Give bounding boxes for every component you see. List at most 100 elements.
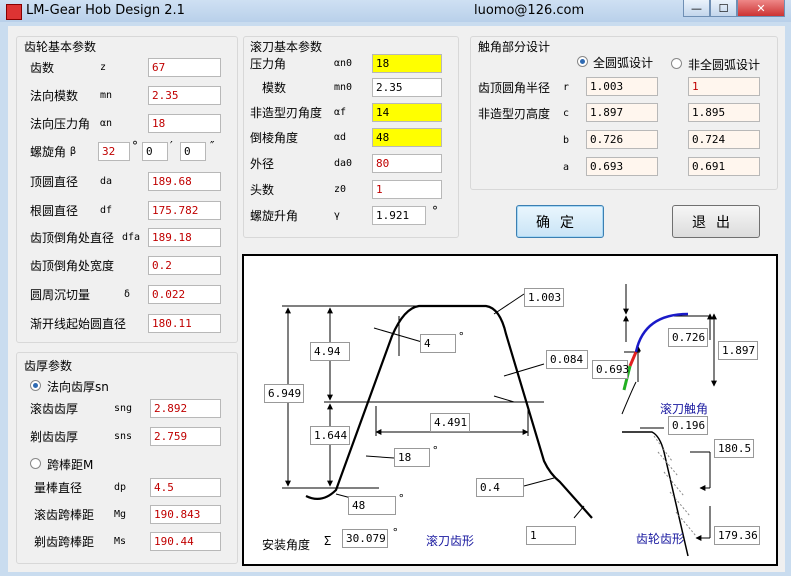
gear-param-symbol: da <box>100 176 113 187</box>
full-arc-label: 全圆弧设计 <box>593 56 654 70</box>
helix-min-input[interactable]: 0 <box>142 142 168 161</box>
pin-label: 量棒直径 <box>34 481 83 495</box>
pin-distance-label: 跨棒距M <box>47 458 94 472</box>
hob-param-label: 倒棱角度 <box>250 131 299 145</box>
hob-param-input[interactable]: 1 <box>372 180 442 199</box>
tip-b-value: 0.726 <box>668 328 708 347</box>
install-deg-mark: ° <box>392 526 399 539</box>
full-arc-radio[interactable] <box>577 56 588 67</box>
gear-param-label: 齿数 <box>30 61 55 75</box>
tip-non-full-arc-input[interactable]: 0.724 <box>688 130 760 149</box>
gear-param-symbol: z <box>100 62 107 73</box>
helix-deg-input[interactable]: 32 <box>98 142 130 161</box>
tip-param-symbol: b <box>563 135 570 146</box>
gear-param-input[interactable]: 189.68 <box>148 172 221 191</box>
tip-full-arc-input[interactable]: 0.693 <box>586 157 658 176</box>
lead-deg-unit: ° <box>432 204 438 218</box>
gear-param-label: 圆周沉切量 <box>30 288 91 302</box>
pin-input[interactable]: 4.5 <box>150 478 221 497</box>
tip-arc-red <box>628 351 638 367</box>
author-email: luomo@126.com <box>474 3 585 18</box>
tip-non-full-arc-input[interactable]: 0.691 <box>688 157 760 176</box>
exit-button[interactable]: 退出 <box>672 205 760 238</box>
close-button[interactable]: ✕ <box>737 0 785 17</box>
hob-param-input[interactable]: 80 <box>372 154 442 173</box>
confirm-button[interactable]: 确定 <box>516 205 604 238</box>
gear-param-input[interactable]: 0.022 <box>148 285 221 304</box>
tip-design-title: 触角部分设计 <box>478 40 551 54</box>
hob-param-symbol: da0 <box>334 158 353 169</box>
thickness-input[interactable]: 2.892 <box>150 399 221 418</box>
gear-param-input[interactable]: 189.18 <box>148 228 221 247</box>
thickness-label: 滚齿齿厚 <box>30 402 79 416</box>
helix-angle-symbol: β <box>70 146 77 157</box>
hob-param-input[interactable]: 14 <box>372 103 442 122</box>
minimize-button[interactable]: — <box>683 0 710 17</box>
maximize-icon: ☐ <box>718 1 729 15</box>
hob-param-label: 压力角 <box>250 57 287 71</box>
thickness-title: 齿厚参数 <box>24 359 73 373</box>
tip-full-arc-input[interactable]: 1.897 <box>586 103 658 122</box>
hob-param-label: 模数 <box>262 81 287 95</box>
gear-param-input[interactable]: 175.782 <box>148 201 221 220</box>
non-full-arc-label: 非全圆弧设计 <box>688 58 761 72</box>
normal-thickness-radio[interactable] <box>30 380 41 391</box>
pin-label: 滚齿跨棒距 <box>34 508 95 522</box>
non-full-arc-radio[interactable] <box>671 58 682 69</box>
gear-chamfer-value: 0.196 <box>668 416 708 435</box>
deg-unit: ° <box>132 139 138 153</box>
gear-param-label: 齿顶倒角处宽度 <box>30 259 115 273</box>
gear-param-label: 法向压力角 <box>30 117 91 131</box>
pin-symbol: Mg <box>114 509 127 520</box>
hob-param-input[interactable]: 18 <box>372 54 442 73</box>
maximize-button[interactable]: ☐ <box>710 0 737 17</box>
tip-full-arc-input[interactable]: 1.003 <box>586 77 658 96</box>
gear-param-input[interactable]: 180.11 <box>148 314 221 333</box>
thickness-input[interactable]: 2.759 <box>150 427 221 446</box>
tip-non-full-arc-input[interactable]: 1.895 <box>688 103 760 122</box>
dim-chamfer: 0.084 <box>546 350 588 369</box>
hob-param-input[interactable]: 2.35 <box>372 78 442 97</box>
tip-param-symbol: c <box>563 108 570 119</box>
gear-param-label: 齿顶倒角处直径 <box>30 231 115 245</box>
app-icon <box>6 4 22 20</box>
dim-tip-radius: 1.003 <box>524 288 564 307</box>
dim-width: 4.491 <box>430 413 470 432</box>
pin-input[interactable]: 190.843 <box>150 505 221 524</box>
gear-param-symbol: dfa <box>122 232 141 243</box>
tip-non-full-arc-input[interactable]: 1 <box>688 77 760 96</box>
hob-param-symbol: mn0 <box>334 82 353 93</box>
gear-param-symbol: df <box>100 205 113 216</box>
hob-param-label: 外径 <box>250 157 275 171</box>
gear-param-label: 法向模数 <box>30 89 79 103</box>
tip-full-arc-input[interactable]: 0.726 <box>586 130 658 149</box>
deg-mark-18: ° <box>432 444 439 457</box>
hob-param-symbol: αn0 <box>334 58 353 69</box>
deg-mark-48: ° <box>398 492 405 505</box>
hob-param-input[interactable]: 48 <box>372 128 442 147</box>
gear-param-input[interactable]: 2.35 <box>148 86 221 105</box>
gear-param-input[interactable]: 18 <box>148 114 221 133</box>
gear-param-label: 渐开线起始圆直径 <box>30 317 127 331</box>
hob-param-input[interactable]: 1.921 <box>372 206 426 225</box>
helix-sec-input[interactable]: 0 <box>180 142 206 161</box>
hob-param-label: 非造型刃角度 <box>250 106 323 120</box>
dim-0-4: 0.4 <box>476 478 524 497</box>
gear-param-symbol: δ <box>124 289 131 300</box>
pin-input[interactable]: 190.44 <box>150 532 221 551</box>
hob-param-symbol: αd <box>334 132 347 143</box>
thickness-symbol: sng <box>114 403 133 414</box>
window-title: LM-Gear Hob Design 2.1 <box>26 3 185 18</box>
gear-param-input[interactable]: 67 <box>148 58 221 77</box>
dim-top-angle: 4 <box>420 334 456 353</box>
hob-profile-caption: 滚刀齿形 <box>426 534 475 548</box>
dim-angle-48: 48 <box>348 496 396 515</box>
gear-params-title: 齿轮基本参数 <box>24 40 97 54</box>
gear-param-input[interactable]: 0.2 <box>148 256 221 275</box>
title-bar: LM-Gear Hob Design 2.1 luomo@126.com — ☐… <box>0 0 791 22</box>
pin-distance-radio[interactable] <box>30 458 41 469</box>
gear-top-value: 180.5 <box>714 439 754 458</box>
min-unit: ′ <box>170 139 173 153</box>
hob-param-label: 头数 <box>250 183 275 197</box>
gear-param-symbol: αn <box>100 118 113 129</box>
